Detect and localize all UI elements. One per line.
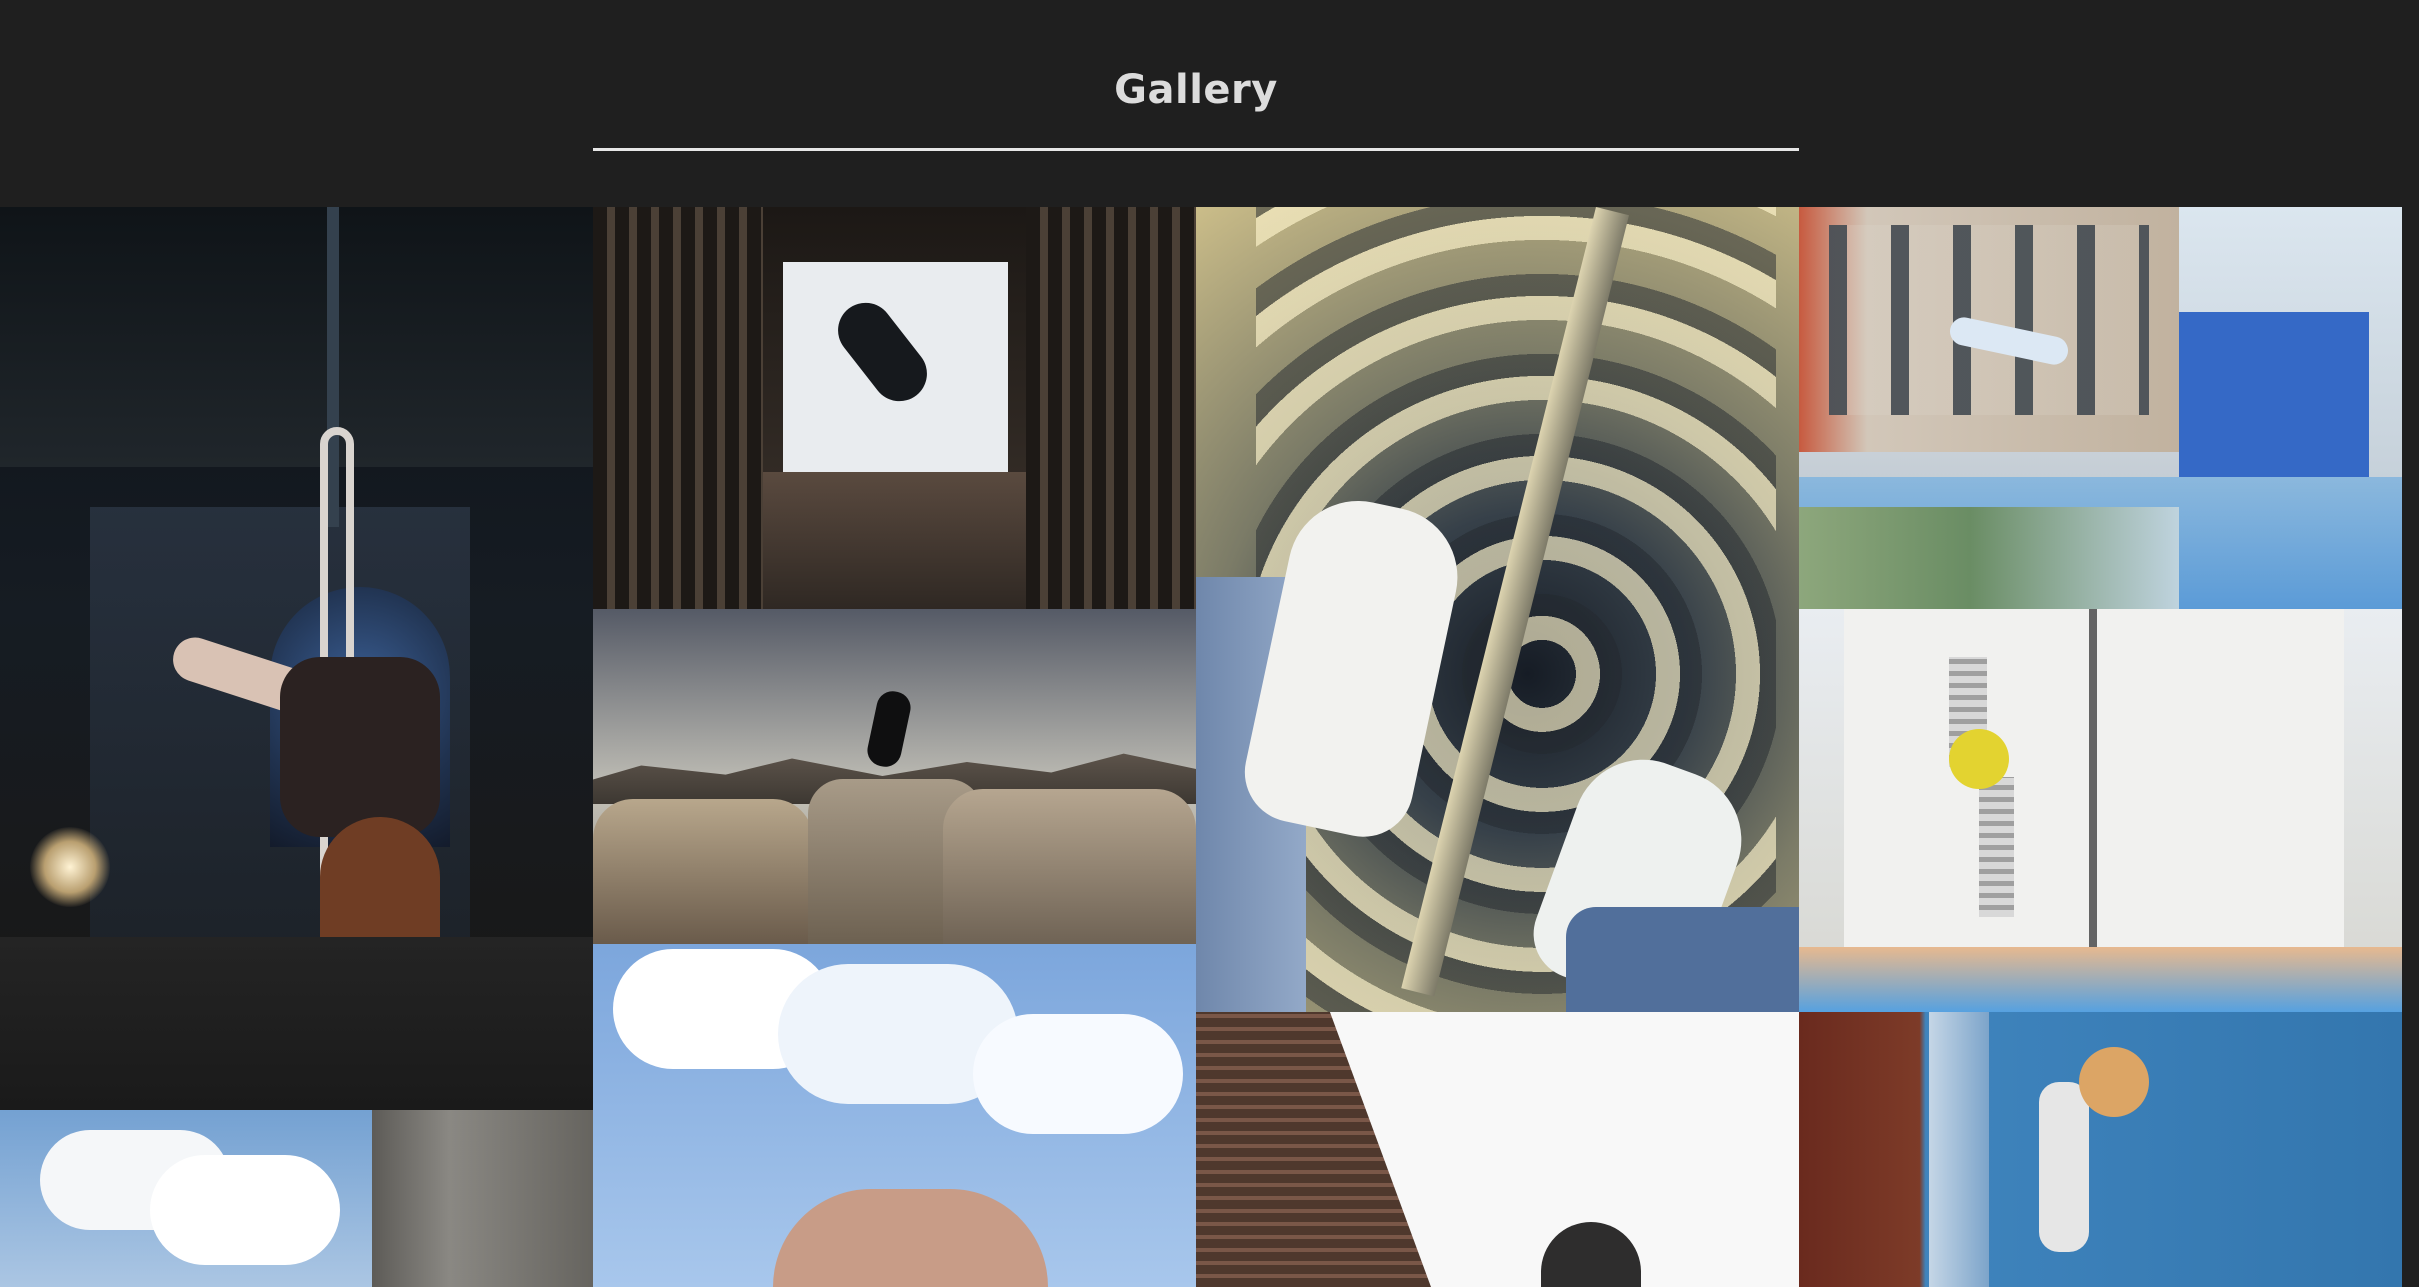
brick-wall-climber-image bbox=[1196, 1012, 1799, 1287]
page-title: Gallery bbox=[1114, 67, 1278, 113]
photo-gallery bbox=[0, 207, 2419, 1287]
street-flip-over-mats-image bbox=[1799, 207, 2402, 609]
gallery-image[interactable] bbox=[1799, 609, 2402, 1012]
gallery-image[interactable] bbox=[1799, 1012, 2402, 1287]
title-divider bbox=[593, 148, 1799, 151]
gallery-image[interactable] bbox=[0, 1110, 593, 1287]
backflip-in-wooden-tunnel-image bbox=[593, 207, 1196, 609]
clouds-and-concrete-image bbox=[0, 1110, 593, 1287]
gallery-image[interactable] bbox=[1196, 1012, 1799, 1287]
page-header: Gallery bbox=[0, 0, 2419, 207]
jump-between-rooftops-image bbox=[593, 609, 1196, 944]
aerial-hoop-performer-image bbox=[0, 207, 593, 1110]
gallery-image[interactable] bbox=[1799, 207, 2402, 609]
gallery-page: Gallery bbox=[0, 0, 2419, 1287]
gallery-image[interactable] bbox=[0, 207, 593, 1110]
gallery-image[interactable] bbox=[1196, 207, 1799, 1012]
hanging-over-stairwell-image bbox=[1196, 207, 1799, 1012]
gallery-image[interactable] bbox=[593, 944, 1196, 1287]
gallery-image[interactable] bbox=[593, 207, 1196, 609]
gallery-image[interactable] bbox=[593, 609, 1196, 944]
right-scrollbar-track[interactable] bbox=[2402, 207, 2419, 1287]
flip-by-white-building-image bbox=[1799, 609, 2402, 1012]
sky-jump-low-angle-image bbox=[593, 944, 1196, 1287]
indoor-wall-climber-image bbox=[1799, 1012, 2402, 1287]
